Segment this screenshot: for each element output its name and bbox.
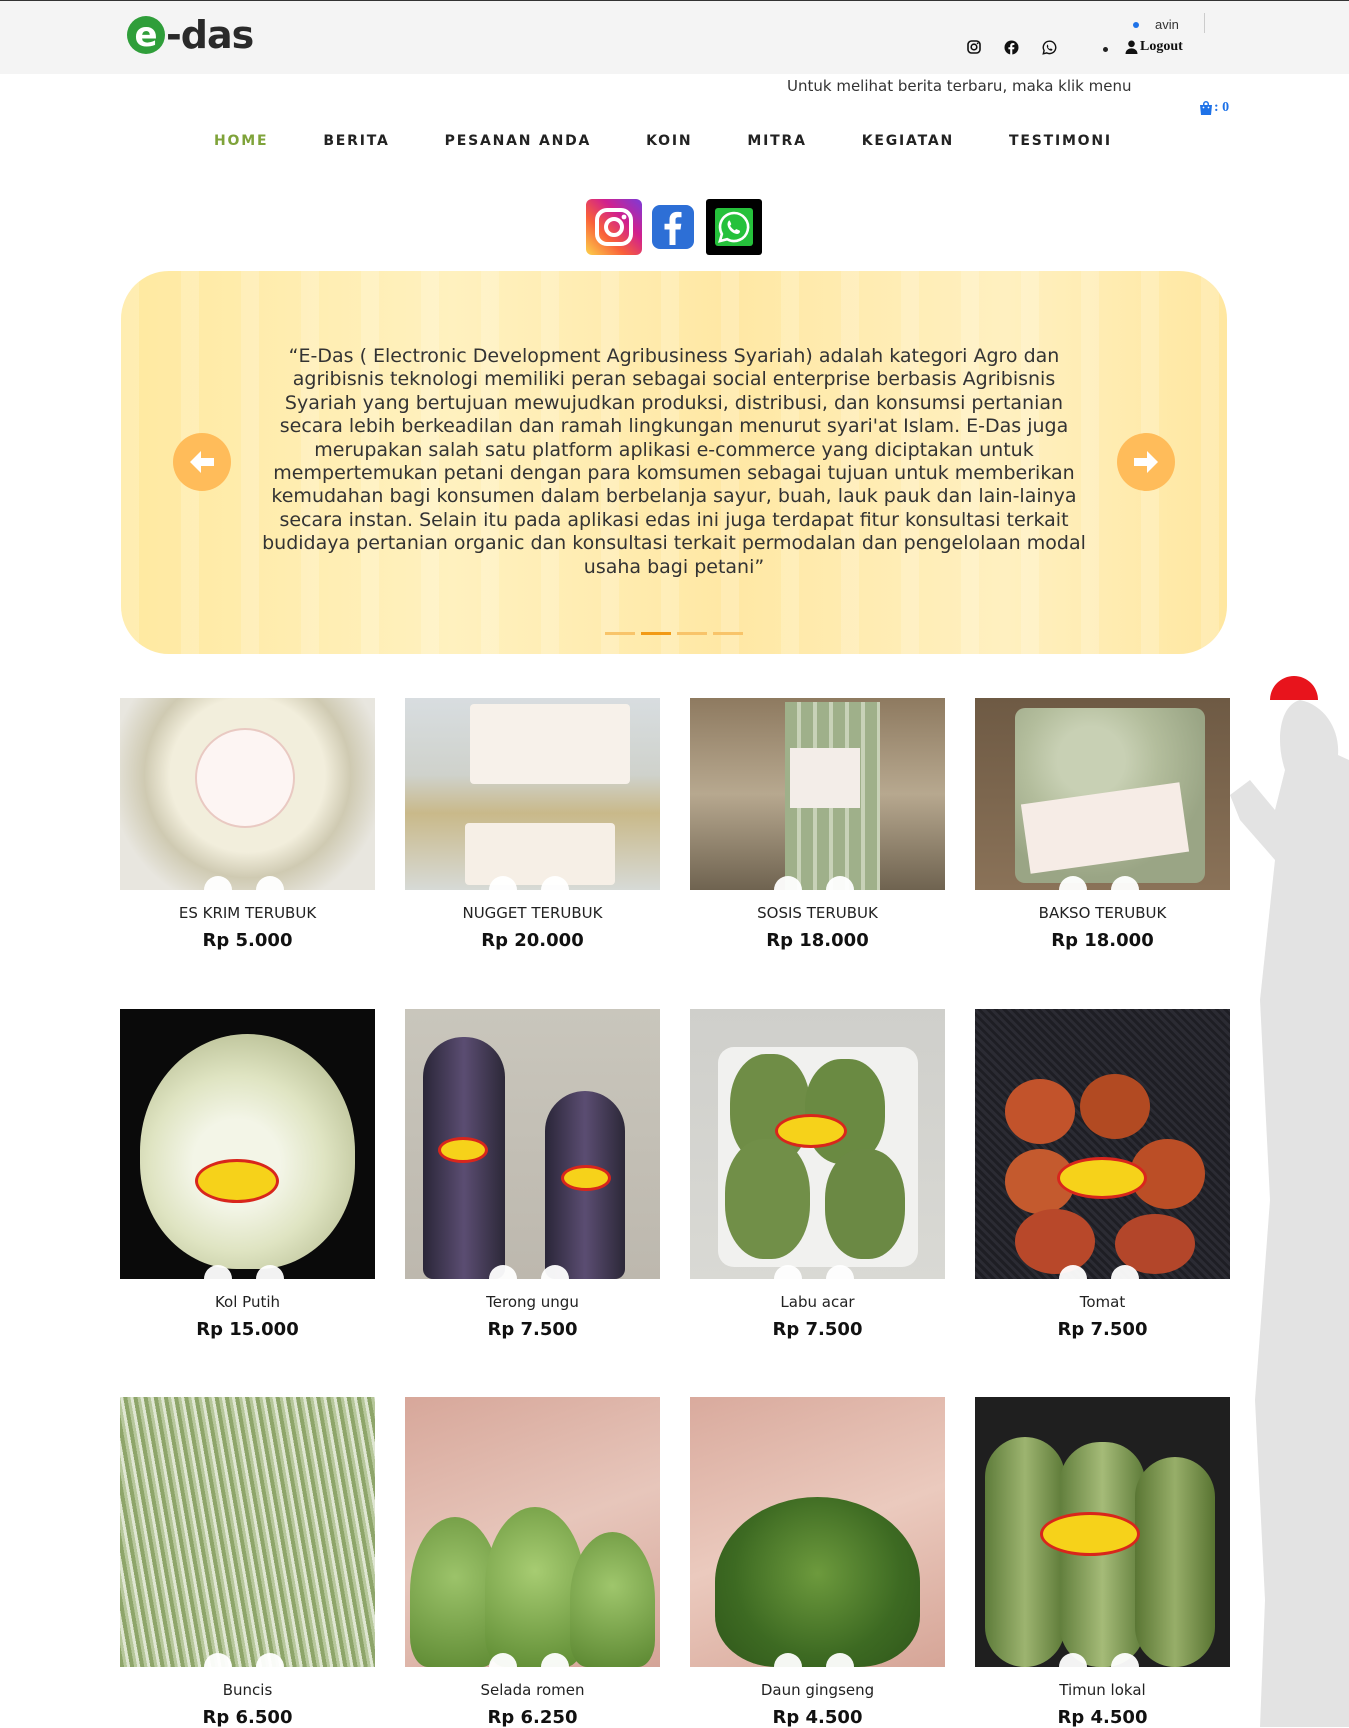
nav-home[interactable]: HOME (214, 133, 268, 149)
product-price: Rp 18.000 (1051, 930, 1154, 951)
product-name[interactable]: Selada romen (405, 1681, 660, 1699)
product-card[interactable]: ES KRIM TERUBUK Rp 5.000 (120, 698, 375, 951)
product-card[interactable]: Terong ungu Rp 7.500 (405, 1009, 660, 1340)
nav-pesanan-anda[interactable]: PESANAN ANDA (445, 133, 592, 149)
product-image[interactable] (405, 1397, 660, 1667)
product-name[interactable]: Timun lokal (975, 1681, 1230, 1699)
nav-berita[interactable]: BERITA (323, 133, 389, 149)
carousel-indicator[interactable] (605, 632, 635, 635)
product-card[interactable]: Selada romen Rp 6.250 (405, 1397, 660, 1728)
cart-count: : 0 (1214, 100, 1230, 115)
logout-label: Logout (1140, 39, 1183, 54)
user-name[interactable]: avin (1155, 17, 1179, 32)
product-image[interactable] (975, 1009, 1230, 1279)
product-card[interactable]: Kol Putih Rp 15.000 (120, 1009, 375, 1340)
product-image[interactable] (690, 1009, 945, 1279)
product-name[interactable]: Buncis (120, 1681, 375, 1699)
product-name[interactable]: ES KRIM TERUBUK (120, 904, 375, 922)
logout-bullet (1103, 47, 1108, 52)
product-price: Rp 15.000 (196, 1319, 299, 1340)
product-name[interactable]: SOSIS TERUBUK (690, 904, 945, 922)
product-image[interactable] (120, 1009, 375, 1279)
cart-link[interactable]: : 0 (1198, 100, 1229, 116)
instagram-button[interactable] (586, 199, 642, 255)
carousel-indicator[interactable] (713, 632, 743, 635)
product-name[interactable]: Terong ungu (405, 1293, 660, 1311)
product-image[interactable] (405, 698, 660, 890)
whatsapp-icon (715, 208, 753, 246)
product-card[interactable]: BAKSO TERUBUK Rp 18.000 (975, 698, 1230, 951)
product-price: Rp 7.500 (487, 1319, 578, 1340)
product-image[interactable] (120, 698, 375, 890)
product-card[interactable]: Buncis Rp 6.500 (120, 1397, 375, 1728)
nav-koin[interactable]: KOIN (646, 133, 692, 149)
product-name[interactable]: BAKSO TERUBUK (975, 904, 1230, 922)
product-image[interactable] (975, 1397, 1230, 1667)
product-price: Rp 7.500 (772, 1319, 863, 1340)
carousel-indicators (605, 632, 749, 635)
carousel-prev-button[interactable] (173, 433, 231, 491)
hero-description: “E-Das ( Electronic Development Agribusi… (262, 345, 1086, 578)
shopping-bag-icon (1200, 101, 1212, 115)
product-name[interactable]: Kol Putih (120, 1293, 375, 1311)
main-nav: HOME BERITA PESANAN ANDA KOIN MITRA KEGI… (214, 133, 1167, 149)
facebook-icon[interactable] (1003, 39, 1019, 55)
product-card[interactable]: Labu acar Rp 7.500 (690, 1009, 945, 1340)
user-bullet (1133, 22, 1139, 28)
product-image[interactable] (690, 698, 945, 890)
user-icon (1125, 40, 1138, 54)
product-price: Rp 4.500 (772, 1707, 863, 1728)
hero-carousel: “E-Das ( Electronic Development Agribusi… (121, 271, 1227, 654)
whatsapp-button[interactable] (706, 199, 762, 255)
product-price: Rp 6.500 (202, 1707, 293, 1728)
product-price: Rp 20.000 (481, 930, 584, 951)
divider (1204, 13, 1205, 33)
news-marquee: Untuk melihat berita terbaru, maka klik … (787, 77, 1137, 95)
facebook-button[interactable] (652, 205, 694, 249)
product-card[interactable]: SOSIS TERUBUK Rp 18.000 (690, 698, 945, 951)
floating-badge[interactable] (1270, 676, 1318, 700)
carousel-indicator-active[interactable] (641, 632, 671, 635)
product-price: Rp 4.500 (1057, 1707, 1148, 1728)
product-price: Rp 6.250 (487, 1707, 578, 1728)
nav-mitra[interactable]: MITRA (747, 133, 806, 149)
silhouette-decoration (1230, 700, 1349, 1727)
product-name[interactable]: Tomat (975, 1293, 1230, 1311)
instagram-icon (595, 208, 633, 246)
product-card[interactable]: NUGGET TERUBUK Rp 20.000 (405, 698, 660, 951)
instagram-icon[interactable] (966, 39, 982, 55)
logout-link[interactable]: Logout (1125, 39, 1183, 55)
product-name[interactable]: Labu acar (690, 1293, 945, 1311)
logo-text: -das (166, 13, 254, 57)
product-image[interactable] (405, 1009, 660, 1279)
product-image[interactable] (120, 1397, 375, 1667)
nav-kegiatan[interactable]: KEGIATAN (862, 133, 954, 149)
facebook-icon (664, 211, 682, 245)
logo-mark: e (127, 16, 165, 54)
site-logo[interactable]: e -das (127, 13, 254, 57)
product-card[interactable]: Tomat Rp 7.500 (975, 1009, 1230, 1340)
product-price: Rp 18.000 (766, 930, 869, 951)
product-name[interactable]: Daun gingseng (690, 1681, 945, 1699)
product-card[interactable]: Daun gingseng Rp 4.500 (690, 1397, 945, 1728)
nav-testimoni[interactable]: TESTIMONI (1009, 133, 1112, 149)
carousel-next-button[interactable] (1117, 433, 1175, 491)
product-image[interactable] (690, 1397, 945, 1667)
carousel-indicator[interactable] (677, 632, 707, 635)
product-price: Rp 5.000 (202, 930, 293, 951)
product-name[interactable]: NUGGET TERUBUK (405, 904, 660, 922)
arrow-left-icon (190, 451, 214, 473)
whatsapp-icon[interactable] (1041, 39, 1057, 55)
product-card[interactable]: Timun lokal Rp 4.500 (975, 1397, 1230, 1728)
top-bar: e -das avin Logout (0, 0, 1349, 74)
product-image[interactable] (975, 698, 1230, 890)
product-price: Rp 7.500 (1057, 1319, 1148, 1340)
arrow-right-icon (1134, 451, 1158, 473)
